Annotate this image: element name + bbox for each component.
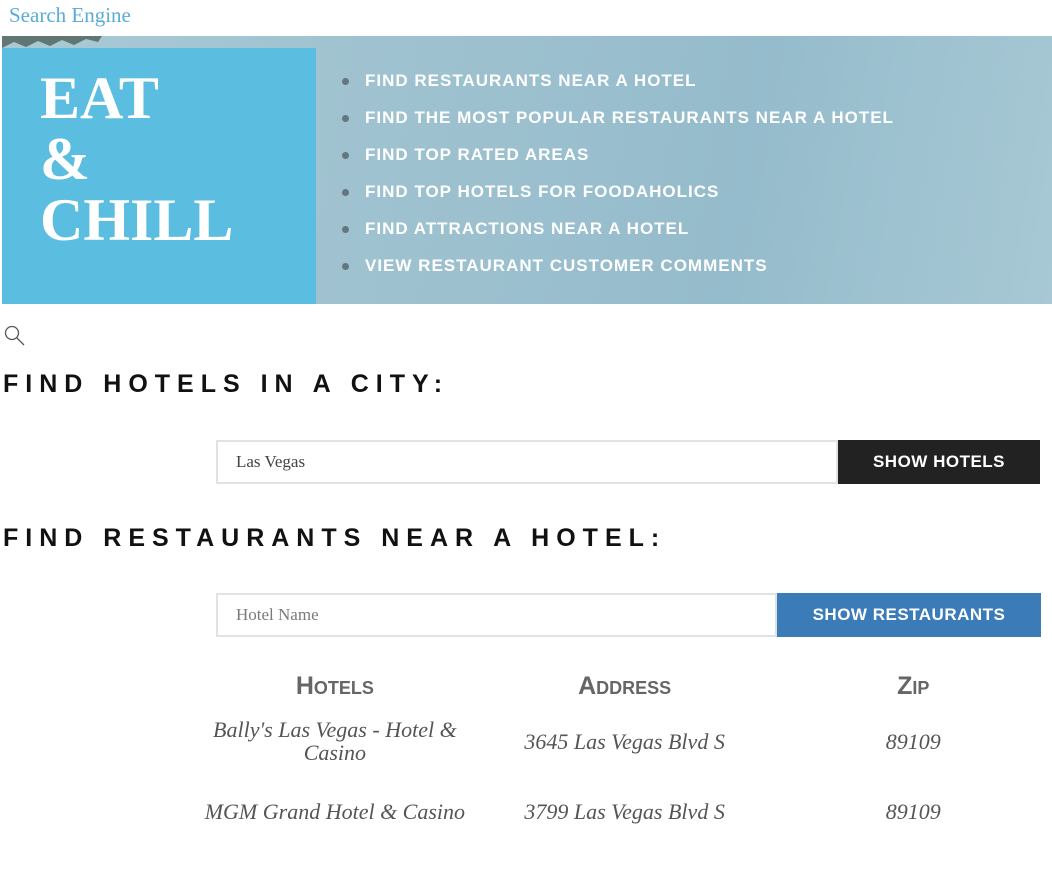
search-engine-link[interactable]: Search Engine [9, 3, 131, 28]
hotel-name-input[interactable] [216, 593, 777, 637]
hero-title: EAT & CHILL [40, 68, 233, 251]
hotels-section-title: FIND HOTELS IN A CITY: [3, 370, 450, 398]
restaurants-search-row: SHOW RESTAURANTS [216, 593, 1041, 637]
feature-menu-label[interactable]: FIND THE MOST POPULAR RESTAURANTS NEAR A… [365, 107, 894, 129]
city-input[interactable] [216, 440, 838, 484]
show-restaurants-button[interactable]: SHOW RESTAURANTS [777, 593, 1041, 637]
bullet-icon [342, 189, 349, 196]
zip-cell: 89109 [885, 728, 941, 754]
feature-menu-label[interactable]: FIND TOP RATED AREAS [365, 144, 589, 166]
hero-title-box: EAT & CHILL [2, 48, 316, 304]
hero-title-line: EAT [40, 65, 159, 131]
search-icon[interactable] [3, 324, 27, 348]
feature-menu-item[interactable]: FIND ATTRACTIONS NEAR A HOTEL [342, 218, 894, 255]
feature-menu-item[interactable]: FIND TOP RATED AREAS [342, 144, 894, 181]
table-row: Bally's Las Vegas - Hotel & Casino 3645 … [195, 706, 1052, 776]
bullet-icon [342, 263, 349, 270]
hotels-results-table: Hotels Address Zip Bally's Las Vegas - H… [195, 666, 1052, 846]
hero-title-line: & [40, 126, 90, 192]
bullet-icon [342, 78, 349, 85]
table-header-row: Hotels Address Zip [195, 666, 1052, 706]
feature-menu: FIND RESTAURANTS NEAR A HOTEL FIND THE M… [342, 70, 894, 292]
table-row: MGM Grand Hotel & Casino 3799 Las Vegas … [195, 776, 1052, 846]
feature-menu-item[interactable]: FIND THE MOST POPULAR RESTAURANTS NEAR A… [342, 107, 894, 144]
address-cell: 3799 Las Vegas Blvd S [524, 798, 725, 824]
feature-menu-label[interactable]: VIEW RESTAURANT CUSTOMER COMMENTS [365, 255, 768, 277]
address-cell: 3645 Las Vegas Blvd S [524, 728, 725, 754]
bullet-icon [342, 152, 349, 159]
feature-menu-label[interactable]: FIND TOP HOTELS FOR FOODAHOLICS [365, 181, 719, 203]
hotels-search-row: SHOW HOTELS [216, 440, 1040, 484]
feature-menu-item[interactable]: VIEW RESTAURANT CUSTOMER COMMENTS [342, 255, 894, 292]
show-hotels-button[interactable]: SHOW HOTELS [838, 440, 1040, 484]
column-header-hotels: Hotels [295, 671, 374, 700]
zip-cell: 89109 [885, 798, 941, 824]
hero-title-line: CHILL [40, 187, 234, 253]
feature-menu-item[interactable]: FIND TOP HOTELS FOR FOODAHOLICS [342, 181, 894, 218]
feature-menu-label[interactable]: FIND RESTAURANTS NEAR A HOTEL [365, 70, 697, 92]
bullet-icon [342, 226, 349, 233]
column-header-zip: Zip [897, 671, 930, 700]
hotel-name-cell: Bally's Las Vegas - Hotel & Casino [213, 717, 457, 765]
hero-banner: EAT & CHILL FIND RESTAURANTS NEAR A HOTE… [2, 36, 1052, 304]
restaurants-section-title: FIND RESTAURANTS NEAR A HOTEL: [3, 524, 667, 552]
feature-menu-label[interactable]: FIND ATTRACTIONS NEAR A HOTEL [365, 218, 689, 240]
bullet-icon [342, 115, 349, 122]
feature-menu-item[interactable]: FIND RESTAURANTS NEAR A HOTEL [342, 70, 894, 107]
hotel-name-cell: MGM Grand Hotel & Casino [204, 798, 466, 824]
column-header-address: Address [578, 671, 672, 700]
